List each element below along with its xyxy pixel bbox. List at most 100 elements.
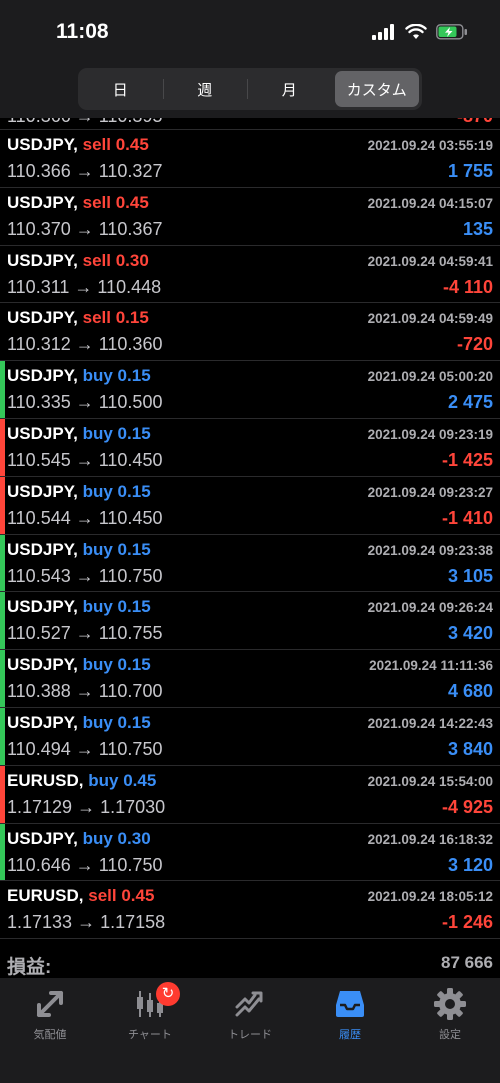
trade-detail: 1.17129 → 1.17030 -4 925 (7, 797, 493, 821)
segment-week[interactable]: 週 (162, 68, 248, 110)
trade-side-lot: buy 0.15 (82, 366, 151, 386)
trade-datetime: 2021.09.24 14:22:43 (367, 715, 493, 731)
trade-header: USDJPY, sell 0.45 2021.09.24 03:55:19 (7, 135, 493, 159)
trade-profit: 135 (462, 218, 493, 239)
trade-profit: -1 410 (441, 507, 493, 528)
trade-side-lot: sell 0.45 (82, 192, 149, 212)
trade-profit: 3 840 (447, 738, 493, 759)
trade-detail: 110.370 → 110.367 135 (7, 219, 493, 243)
trade-symbol: USDJPY, (7, 308, 78, 328)
tab-quotes[interactable]: 気配値 (0, 986, 100, 1042)
trade-datetime: 2021.09.24 04:59:49 (367, 311, 493, 327)
trade-row[interactable]: USDJPY, sell 0.45 2021.09.24 03:55:19 110.… (0, 130, 500, 188)
trade-symbol: USDJPY, (7, 481, 78, 501)
trade-prices: 110.370 → 110.367 (7, 218, 163, 239)
trade-header: USDJPY, buy 0.15 2021.09.24 09:23:19 (7, 424, 493, 448)
tab-settings[interactable]: 設定 (400, 986, 500, 1042)
trade-row[interactable]: USDJPY, buy 0.30 2021.09.24 16:18:32 110.6… (0, 823, 500, 882)
trade-profit: 3 105 (447, 565, 493, 586)
trade-symbol: USDJPY, (7, 828, 78, 848)
trade-prices: 110.311 → 110.448 (7, 276, 162, 297)
trade-row[interactable]: USDJPY, buy 0.15 2021.09.24 14:22:43 110.4… (0, 707, 500, 766)
trade-profit: -720 (456, 334, 493, 355)
trade-detail: 110.335 → 110.500 2 475 (7, 392, 493, 416)
trade-header: EURUSD, sell 0.45 2021.09.24 18:05:12 (7, 886, 493, 910)
trade-status-bar (0, 534, 5, 592)
trade-row[interactable]: USDJPY, buy 0.15 2021.09.24 09:23:27 110.5… (0, 476, 500, 535)
trade-detail: 110.388 → 110.700 4 680 (7, 681, 493, 705)
trade-symbol: USDJPY, (7, 655, 78, 675)
trade-datetime: 2021.09.24 16:18:32 (367, 831, 493, 847)
trade-row[interactable]: USDJPY, buy 0.15 2021.09.24 09:23:19 110.5… (0, 418, 500, 477)
trade-symbol: USDJPY, (7, 250, 78, 270)
segment-day[interactable]: 日 (78, 68, 163, 110)
trade-side-lot: buy 0.15 (82, 539, 151, 559)
trade-row[interactable]: EURUSD, buy 0.45 2021.09.24 15:54:00 1.171… (0, 765, 500, 824)
trade-prices: 110.388 → 110.700 (7, 681, 163, 702)
period-segmented-control: 日 週 月 カスタム (78, 68, 422, 110)
trade-prices: 110.335 → 110.500 (7, 392, 163, 413)
trade-symbol: USDJPY, (7, 597, 78, 617)
partial-trade-row[interactable]: 110.366 → 110.395 -870 (0, 118, 500, 130)
trade-profit: -4 110 (442, 276, 493, 297)
trade-symbol: USDJPY, (7, 423, 78, 443)
trade-symbol: USDJPY, (7, 366, 78, 386)
tab-history[interactable]: 履歴 (300, 986, 400, 1042)
segment-month[interactable]: 月 (247, 68, 332, 110)
trade-header: USDJPY, buy 0.30 2021.09.24 16:18:32 (7, 829, 493, 853)
trade-row[interactable]: USDJPY, sell 0.30 2021.09.24 04:59:41 110.… (0, 246, 500, 304)
trade-datetime: 2021.09.24 04:59:41 (367, 253, 493, 269)
trade-status-bar (0, 592, 5, 650)
trade-datetime: 2021.09.24 11:11:36 (369, 658, 493, 674)
trade-row[interactable]: USDJPY, buy 0.15 2021.09.24 09:26:24 110.5… (0, 592, 500, 651)
trade-header: USDJPY, buy 0.15 2021.09.24 05:00:20 (7, 366, 493, 390)
trade-datetime: 2021.09.24 09:23:19 (367, 426, 493, 442)
trade-symbol: USDJPY, (7, 712, 78, 732)
trade-datetime: 2021.09.24 09:26:24 (367, 600, 493, 616)
wifi-icon (405, 24, 427, 39)
total-value: 87 666 (441, 953, 493, 972)
trade-detail: 110.544 → 110.450 -1 410 (7, 508, 493, 532)
trade-symbol: USDJPY, (7, 539, 78, 559)
trade-profit: 3 420 (447, 623, 493, 644)
history-icon (336, 991, 364, 1017)
refresh-badge-icon: ↻ (156, 982, 180, 1006)
trade-header: USDJPY, buy 0.15 2021.09.24 09:23:38 (7, 540, 493, 564)
trade-symbol: EURUSD, (7, 886, 84, 906)
partial-prices: 110.366 → 110.395 (7, 118, 162, 127)
settings-icon (434, 988, 466, 1020)
trade-row[interactable]: EURUSD, sell 0.45 2021.09.24 18:05:12 1.17… (0, 881, 500, 940)
trade-status-bar (0, 650, 5, 707)
trade-side-lot: buy 0.15 (82, 597, 151, 617)
trade-side-lot: sell 0.45 (82, 135, 149, 154)
tab-bar: 気配値 ↻ チャート トレード 履歴 設定 (0, 978, 500, 1083)
trade-row[interactable]: USDJPY, buy 0.15 2021.09.24 11:11:36 110.3… (0, 650, 500, 708)
history-list[interactable]: 110.366 → 110.395 -870 USDJPY, sell 0.45… (0, 118, 500, 978)
tab-label-settings: 設定 (439, 1029, 461, 1041)
trade-prices: 110.646 → 110.750 (7, 854, 163, 875)
trade-status-bar (0, 881, 5, 938)
tab-label-history: 履歴 (339, 1029, 361, 1041)
battery-icon (436, 24, 467, 40)
trade-symbol: USDJPY, (7, 135, 78, 154)
trade-status-bar (0, 246, 5, 303)
trade-row[interactable]: USDJPY, buy 0.15 2021.09.24 09:23:38 110.5… (0, 534, 500, 593)
trade-row[interactable]: USDJPY, buy 0.15 2021.09.24 05:00:20 110.3… (0, 361, 500, 419)
trade-row[interactable]: USDJPY, sell 0.45 2021.09.24 04:15:07 110.… (0, 188, 500, 246)
trade-profit: -1 425 (441, 449, 493, 470)
trade-detail: 110.312 → 110.360 -720 (7, 334, 493, 358)
signal-icon (372, 24, 394, 40)
tab-chart[interactable]: ↻ チャート (100, 982, 200, 1042)
trade-side-lot: sell 0.45 (88, 886, 155, 906)
trade-row[interactable]: USDJPY, sell 0.15 2021.09.24 04:59:49 110.… (0, 303, 500, 362)
trade-status-bar (0, 707, 5, 765)
trade-profit: 4 680 (447, 681, 493, 702)
trade-status-bar (0, 765, 5, 823)
trade-prices: 110.545 → 110.450 (7, 449, 163, 470)
trade-detail: 110.527 → 110.755 3 420 (7, 623, 493, 647)
trade-datetime: 2021.09.24 05:00:20 (367, 369, 493, 385)
tab-trade[interactable]: トレード (200, 986, 300, 1042)
trade-datetime: 2021.09.24 18:05:12 (367, 889, 493, 905)
trade-datetime: 2021.09.24 04:15:07 (367, 195, 493, 211)
segment-custom[interactable]: カスタム (334, 71, 419, 107)
